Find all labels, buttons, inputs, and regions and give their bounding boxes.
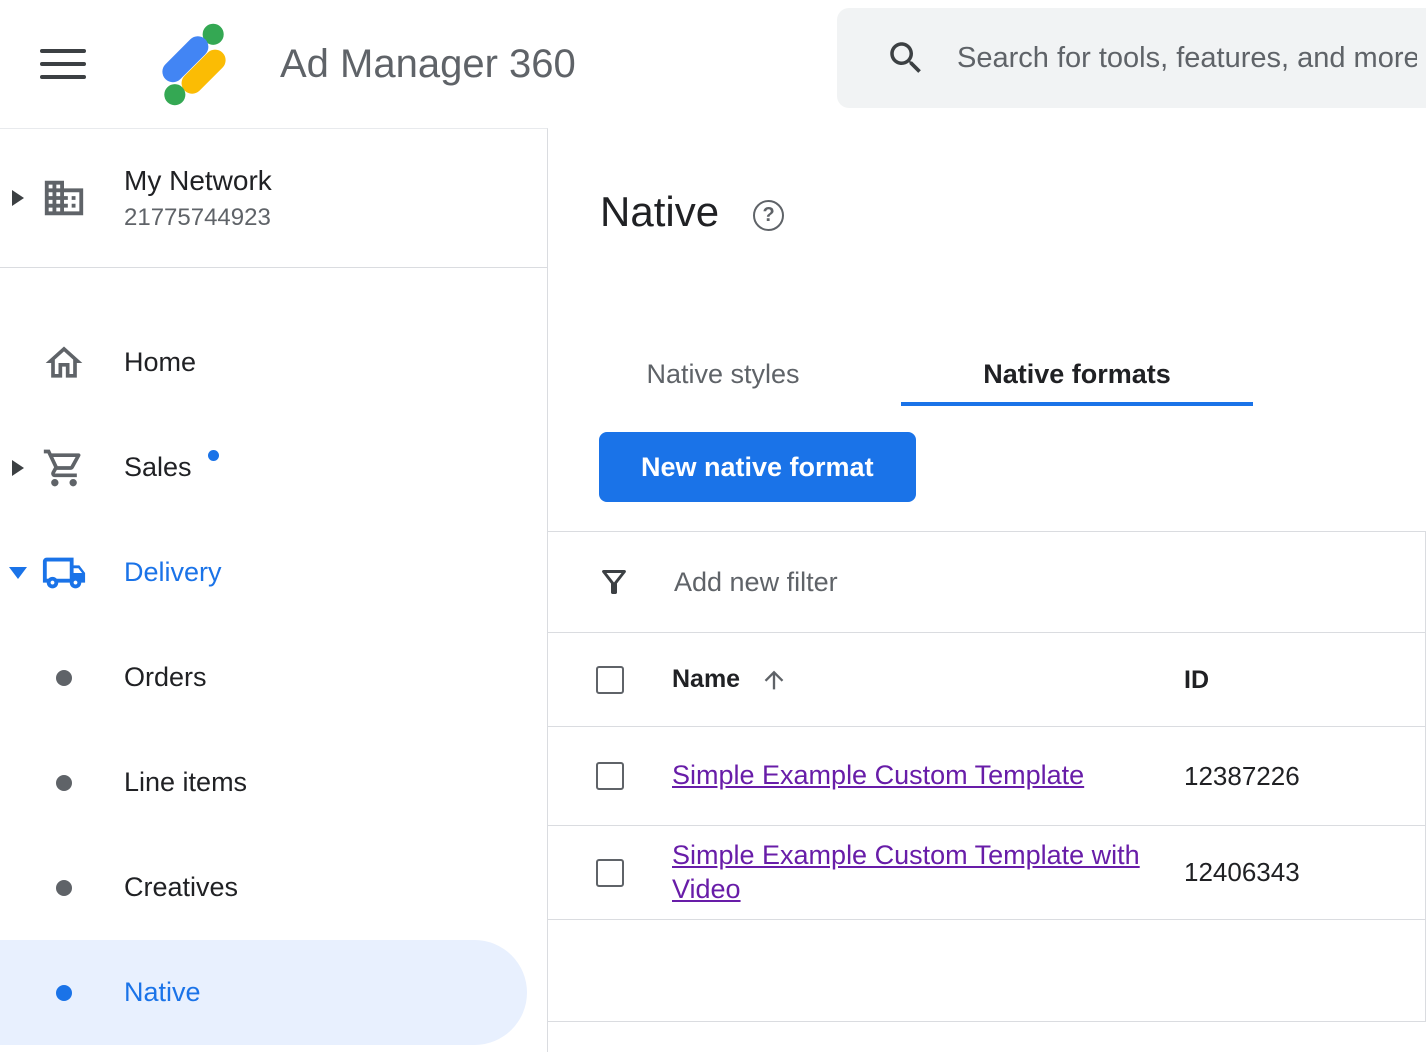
network-name: My Network	[124, 165, 272, 197]
page-head: Native ?	[600, 186, 1426, 238]
table-row: Simple Example Custom Template 12387226	[548, 727, 1425, 826]
filter-funnel-icon	[596, 564, 632, 600]
native-format-link[interactable]: Simple Example Custom Template	[672, 760, 1084, 790]
collapse-arrow-icon[interactable]	[0, 567, 36, 579]
expand-arrow-icon[interactable]	[0, 460, 36, 476]
native-format-link[interactable]: Simple Example Custom Template with Vide…	[672, 840, 1140, 904]
native-format-id: 12387226	[1184, 761, 1425, 792]
sidebar-item-label: Line items	[124, 767, 247, 798]
sidebar-item-creatives[interactable]: Creatives	[0, 835, 547, 940]
sidebar-item-orders[interactable]: Orders	[0, 625, 547, 730]
native-formats-table: Add new filter Name	[548, 531, 1426, 1022]
notification-dot	[208, 450, 219, 461]
truck-icon	[36, 550, 92, 596]
select-all-checkbox[interactable]	[596, 666, 624, 694]
home-icon	[36, 341, 92, 385]
network-id: 21775744923	[124, 204, 272, 232]
sidebar: My Network 21775744923 Home	[0, 128, 548, 1052]
bullet-icon	[36, 880, 92, 896]
sidebar-item-line-items[interactable]: Line items	[0, 730, 547, 835]
tab-bar: Native styles Native formats	[599, 346, 1426, 406]
cart-icon	[36, 446, 92, 490]
sidebar-item-label: Creatives	[124, 872, 238, 903]
menu-icon[interactable]	[40, 49, 86, 79]
tab-native-formats[interactable]: Native formats	[901, 346, 1253, 406]
tab-native-styles[interactable]: Native styles	[599, 346, 847, 406]
ad-manager-logo-icon	[148, 18, 240, 110]
sidebar-item-label: Native	[124, 977, 201, 1008]
network-selector[interactable]: My Network 21775744923	[0, 129, 547, 268]
global-search[interactable]	[837, 8, 1426, 108]
expand-arrow-icon[interactable]	[0, 190, 36, 206]
sidebar-item-label: Orders	[124, 662, 207, 693]
search-icon	[885, 37, 927, 79]
id-column-header: ID	[1184, 666, 1209, 694]
sidebar-item-label: Sales	[124, 452, 192, 483]
building-icon	[36, 175, 92, 221]
sort-ascending-icon[interactable]	[760, 666, 788, 694]
native-format-id: 12406343	[1184, 857, 1425, 888]
network-text: My Network 21775744923	[124, 165, 272, 232]
top-header: Ad Manager 360	[0, 0, 1426, 128]
sidebar-item-delivery[interactable]: Delivery	[0, 520, 547, 625]
bullet-icon	[36, 775, 92, 791]
filter-bar[interactable]: Add new filter	[548, 531, 1425, 633]
add-filter-label[interactable]: Add new filter	[674, 567, 838, 598]
main-content: Native ? Native styles Native formats Ne…	[548, 128, 1426, 1052]
row-checkbox[interactable]	[596, 859, 624, 887]
sidebar-item-label: Home	[124, 347, 196, 378]
table-empty-area	[548, 920, 1425, 1022]
table-header-row: Name ID	[548, 633, 1425, 727]
help-icon[interactable]: ?	[753, 200, 784, 231]
new-native-format-button[interactable]: New native format	[599, 432, 916, 502]
sidebar-item-native[interactable]: Native	[0, 940, 527, 1045]
sidebar-item-label: Delivery	[124, 557, 222, 588]
bullet-icon	[36, 985, 92, 1001]
name-column-header[interactable]: Name	[672, 665, 1140, 694]
ad-manager-app: Ad Manager 360 My Network 21775744923	[0, 0, 1426, 1052]
row-checkbox[interactable]	[596, 762, 624, 790]
sidebar-nav: Home Sales Delivery	[0, 268, 547, 1045]
sidebar-item-sales[interactable]: Sales	[0, 415, 547, 520]
page-title: Native	[600, 186, 719, 238]
name-header-label: Name	[672, 665, 740, 694]
table-row: Simple Example Custom Template with Vide…	[548, 826, 1425, 920]
search-input[interactable]	[957, 42, 1417, 75]
sidebar-item-home[interactable]: Home	[0, 310, 547, 415]
bullet-icon	[36, 670, 92, 686]
app-title: Ad Manager 360	[280, 42, 576, 87]
